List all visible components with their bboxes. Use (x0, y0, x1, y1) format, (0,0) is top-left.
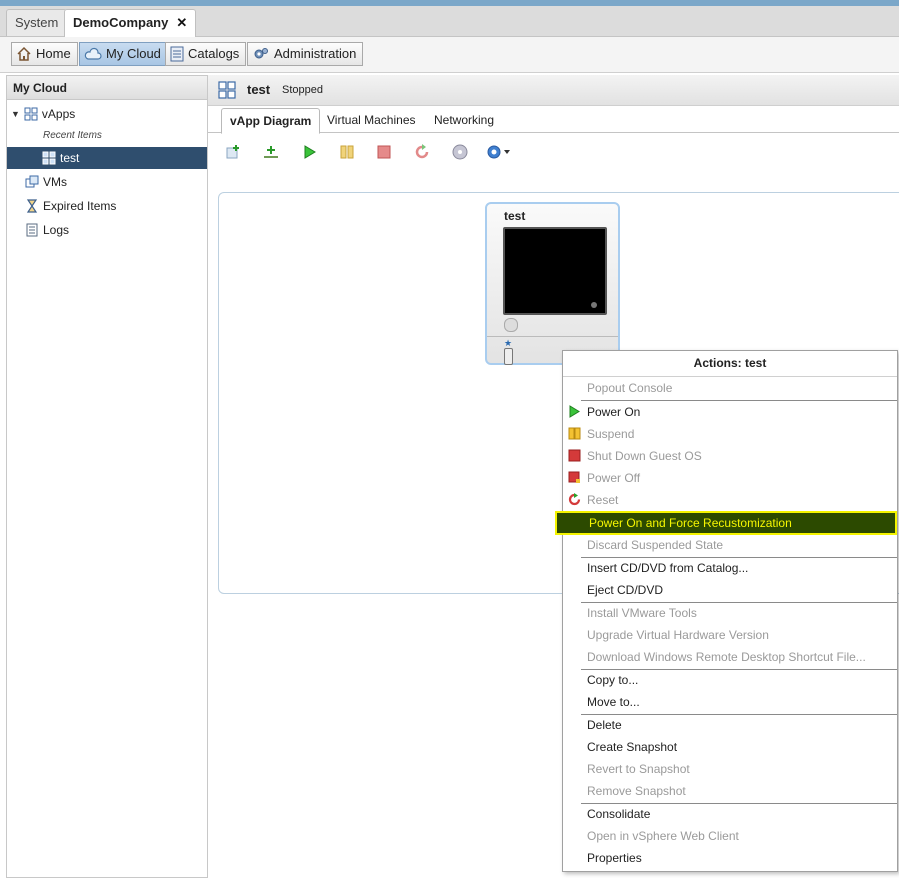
left-panel: My Cloud ▼ vApps Recent Items test VMs E… (6, 75, 208, 878)
tree-item-logs-label: Logs (43, 223, 70, 237)
vm-name: test (504, 209, 526, 223)
home-button[interactable]: Home (11, 42, 78, 66)
vapp-name: test (247, 82, 271, 97)
vapp-status: Stopped (282, 84, 323, 96)
menu-item-suspend[interactable]: Suspend (563, 423, 897, 445)
menu-item-power-off[interactable]: Power Off (563, 467, 897, 489)
card-divider (487, 336, 618, 337)
tab-virtual-machines[interactable]: Virtual Machines (319, 108, 424, 132)
vms-icon (25, 175, 39, 188)
close-icon[interactable]: ✕ (176, 15, 187, 30)
suspend-icon (568, 427, 581, 440)
menu-item-insert-cd-dvd[interactable]: Insert CD/DVD from Catalog... (563, 557, 897, 579)
vapps-icon (24, 107, 38, 121)
menu-item-label: Suspend (587, 427, 635, 441)
menu-item-install-vmware-tools[interactable]: Install VMware Tools (563, 602, 897, 624)
menu-item-label: Reset (587, 493, 619, 507)
menu-item-popout-console[interactable]: Popout Console (563, 377, 897, 399)
media-status-icon (504, 318, 518, 332)
shutdown-icon (568, 449, 581, 462)
expand-arrow-icon[interactable]: ▼ (11, 103, 20, 125)
suspend-icon[interactable] (339, 144, 355, 160)
menu-item-consolidate[interactable]: Consolidate (563, 803, 897, 825)
vapp-icon (42, 151, 56, 165)
cloud-icon (84, 47, 102, 60)
vapp-header: test Stopped (208, 75, 899, 106)
stop-icon[interactable] (377, 145, 391, 159)
tree-item-expired-label: Expired Items (43, 199, 117, 213)
left-panel-title: My Cloud (7, 76, 207, 100)
menu-item-shut-down-guest-os[interactable]: Shut Down Guest OS (563, 445, 897, 467)
vm-card[interactable]: test ★ (485, 202, 620, 365)
tree-item-vms[interactable]: VMs (7, 171, 207, 193)
top-tab-bar: System DemoCompany ✕ (0, 6, 899, 37)
menu-item-create-snapshot[interactable]: Create Snapshot (563, 736, 897, 758)
power-on-icon (569, 405, 580, 418)
recent-items-label: Recent Items (43, 130, 102, 141)
hourglass-icon (26, 199, 38, 213)
administration-button[interactable]: Administration (247, 42, 364, 66)
menu-item-properties[interactable]: Properties (563, 847, 897, 869)
tree-item-test-label: test (60, 151, 80, 165)
tree-item-logs[interactable]: Logs (7, 219, 207, 241)
tree-item-test[interactable]: test (7, 147, 207, 169)
tree-item-vms-label: VMs (43, 175, 67, 189)
my-cloud-label: My Cloud (106, 46, 161, 61)
power-on-icon[interactable] (302, 144, 318, 160)
home-label: Home (36, 46, 71, 61)
reset-icon (568, 493, 581, 506)
tab-vapp-diagram[interactable]: vApp Diagram (221, 108, 321, 134)
diagram-toolbar (224, 143, 524, 163)
catalogs-label: Catalogs (188, 46, 240, 61)
tab-networking[interactable]: Networking (426, 108, 502, 132)
vapp-subtabs: vApp Diagram Virtual Machines Networking (208, 106, 899, 134)
tree-item-vapps-label: vApps (41, 107, 76, 121)
menu-item-move-to[interactable]: Move to... (563, 691, 897, 713)
administration-icon (254, 48, 268, 59)
reset-icon[interactable] (414, 144, 430, 160)
power-off-icon (568, 471, 580, 483)
catalogs-icon (170, 46, 184, 62)
menu-item-open-vsphere-web-client[interactable]: Open in vSphere Web Client (563, 825, 897, 847)
actions-context-menu: Actions: test Popout Console Power On Su… (555, 350, 898, 872)
menu-item-label: Power Off (587, 471, 641, 485)
vapp-icon (218, 81, 236, 99)
logs-icon (26, 223, 38, 237)
my-cloud-button[interactable]: My Cloud (79, 42, 168, 66)
catalogs-button[interactable]: Catalogs (165, 42, 247, 66)
menu-title: Actions: test (693, 356, 767, 370)
menu-item-remove-snapshot[interactable]: Remove Snapshot (563, 780, 897, 802)
menu-item-power-on[interactable]: Power On (563, 401, 897, 423)
menu-item-revert-to-snapshot[interactable]: Revert to Snapshot (563, 758, 897, 780)
administration-label: Administration (274, 46, 357, 61)
tab-system[interactable]: System (6, 9, 68, 36)
menu-item-power-on-force-recustomization[interactable]: Power On and Force Recustomization (555, 511, 897, 535)
menu-item-eject-cd-dvd[interactable]: Eject CD/DVD (563, 579, 897, 601)
menu-item-reset[interactable]: Reset (563, 489, 897, 511)
tab-democompany-label: DemoCompany (73, 15, 169, 30)
menu-item-download-rdp-shortcut[interactable]: Download Windows Remote Desktop Shortcut… (563, 646, 897, 668)
menu-item-label: Power On (587, 405, 641, 419)
media-icon[interactable] (452, 144, 468, 160)
menu-item-label: Shut Down Guest OS (587, 449, 702, 463)
add-vm-icon[interactable] (224, 143, 242, 161)
menu-item-delete[interactable]: Delete (563, 714, 897, 736)
menu-item-copy-to[interactable]: Copy to... (563, 669, 897, 691)
gear-dropdown-icon[interactable] (486, 143, 512, 161)
console-led (591, 302, 597, 308)
add-network-icon[interactable] (262, 143, 280, 161)
nic-icon[interactable] (504, 348, 513, 365)
tree-item-expired[interactable]: Expired Items (7, 195, 207, 217)
menu-item-upgrade-virtual-hardware[interactable]: Upgrade Virtual Hardware Version (563, 624, 897, 646)
main-nav-bar: Home My Cloud Catalogs Administration (0, 37, 899, 73)
tree-item-vapps[interactable]: ▼ vApps (7, 103, 207, 125)
menu-item-discard-suspended-state[interactable]: Discard Suspended State (563, 534, 897, 556)
home-icon (17, 46, 31, 61)
tab-democompany[interactable]: DemoCompany ✕ (64, 9, 197, 37)
tab-system-label: System (15, 15, 59, 30)
